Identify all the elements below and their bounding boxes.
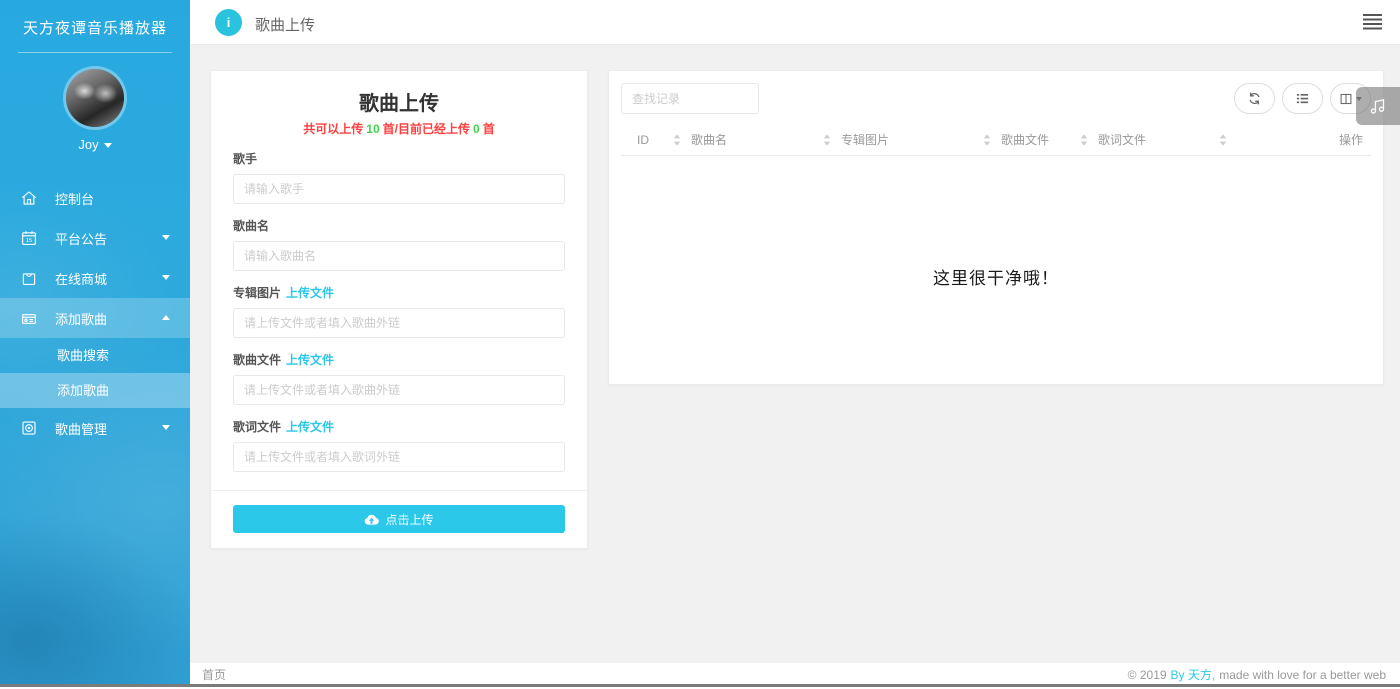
refresh-icon (1247, 91, 1262, 106)
column-header-song-file[interactable]: 歌曲文件 (1001, 131, 1098, 148)
column-header-song-name[interactable]: 歌曲名 (691, 131, 841, 148)
sidebar-subitem-label: 歌曲搜索 (57, 348, 109, 363)
upload-quota-text: 共可以上传10首/目前已经上传0首 (233, 120, 565, 137)
disc-icon (20, 419, 38, 437)
song-file-label: 歌曲文件上传文件 (233, 351, 565, 368)
form-divider (211, 490, 587, 491)
footer-author-link[interactable]: By 天方, (1171, 668, 1216, 682)
sidebar-item-shop[interactable]: 在线商城 (0, 258, 190, 298)
song-upload-card: 歌曲上传 共可以上传10首/目前已经上传0首 歌手 歌曲名 专辑图片上传文件 歌… (210, 70, 588, 549)
topbar: i 歌曲上传 (190, 0, 1400, 45)
sidebar-item-add-song[interactable]: 添加歌曲 (0, 298, 190, 338)
column-header-id[interactable]: ID (637, 133, 691, 147)
info-circle-icon[interactable]: i (215, 9, 242, 36)
singer-label: 歌手 (233, 150, 565, 167)
sidebar-item-console[interactable]: 控制台 (0, 178, 190, 218)
song-name-label: 歌曲名 (233, 217, 565, 234)
lyrics-file-upload-link[interactable]: 上传文件 (286, 420, 334, 434)
sidebar-item-song-manage[interactable]: 歌曲管理 (0, 408, 190, 448)
upload-submit-button[interactable]: 点击上传 (233, 505, 565, 533)
table-header-row: ID 歌曲名 专辑图片 歌曲文件 歌词文件 操作 (621, 124, 1371, 156)
search-input[interactable] (621, 83, 759, 114)
singer-input[interactable] (233, 174, 565, 204)
chevron-down-icon (162, 425, 170, 430)
column-header-album-image[interactable]: 专辑图片 (841, 131, 1001, 148)
music-player-toggle[interactable] (1356, 87, 1400, 125)
refresh-button[interactable] (1234, 83, 1275, 114)
chevron-up-icon (162, 315, 170, 320)
sort-icon (1080, 134, 1088, 146)
sidebar-subitem-song-search[interactable]: 歌曲搜索 (0, 338, 190, 373)
sidebar-item-label: 平台公告 (55, 229, 107, 248)
sidebar-item-label: 在线商城 (55, 269, 107, 288)
quota-total: 10 (366, 122, 379, 136)
sort-icon (823, 134, 831, 146)
sidebar-menu: 控制台 15 平台公告 在线商城 添加歌曲 歌曲搜索 添加歌曲 (0, 178, 190, 448)
sidebar: 天方夜谭音乐播放器 Joy 控制台 15 平台公告 在线商城 添加歌曲 歌曲搜索 (0, 0, 190, 684)
sidebar-item-announcements[interactable]: 15 平台公告 (0, 218, 190, 258)
sort-icon (673, 134, 681, 146)
sidebar-item-label: 歌曲管理 (55, 419, 107, 438)
column-header-operations: 操作 (1237, 131, 1367, 148)
album-image-input[interactable] (233, 308, 565, 338)
sidebar-submenu: 歌曲搜索 添加歌曲 (0, 338, 190, 408)
sidebar-item-label: 添加歌曲 (55, 309, 107, 328)
svg-text:15: 15 (26, 238, 32, 244)
chevron-down-icon (104, 143, 112, 148)
sidebar-divider (18, 52, 172, 53)
album-image-upload-link[interactable]: 上传文件 (286, 286, 334, 300)
lyrics-file-input[interactable] (233, 442, 565, 472)
footer-copyright: © 2019By 天方,made with love for a better … (1128, 666, 1386, 683)
song-records-card: ID 歌曲名 专辑图片 歌曲文件 歌词文件 操作 这里很干净哦！ (608, 70, 1384, 385)
quota-uploaded: 0 (473, 122, 480, 136)
menu-icon[interactable] (1363, 14, 1382, 30)
sidebar-item-label: 控制台 (55, 189, 94, 208)
footer: 首页 © 2019By 天方,made with love for a bett… (190, 663, 1400, 684)
username: Joy (78, 137, 98, 152)
column-header-lyrics-file[interactable]: 歌词文件 (1098, 131, 1237, 148)
form-title: 歌曲上传 (233, 87, 565, 116)
avatar[interactable] (66, 69, 124, 127)
radio-icon (20, 309, 38, 327)
song-name-input[interactable] (233, 241, 565, 271)
table-toolbar (1234, 83, 1371, 114)
footer-home-link[interactable]: 首页 (202, 666, 226, 683)
chevron-down-icon (162, 235, 170, 240)
list-view-icon (1295, 91, 1310, 106)
song-file-upload-link[interactable]: 上传文件 (286, 353, 334, 367)
toggle-view-button[interactable] (1282, 83, 1323, 114)
cloud-upload-icon (364, 513, 379, 525)
sidebar-subitem-label: 添加歌曲 (57, 383, 109, 398)
page-title: 歌曲上传 (255, 14, 315, 35)
empty-table-message: 这里很干净哦！ (621, 264, 1371, 289)
sort-icon (983, 134, 991, 146)
lyrics-file-label: 歌词文件上传文件 (233, 418, 565, 435)
music-note-icon (1367, 95, 1389, 117)
sort-icon (1219, 134, 1227, 146)
chevron-down-icon (162, 275, 170, 280)
columns-icon (1339, 92, 1353, 106)
song-file-input[interactable] (233, 375, 565, 405)
home-icon (20, 189, 38, 207)
sidebar-subitem-add-song[interactable]: 添加歌曲 (0, 373, 190, 408)
calendar-icon: 15 (20, 229, 38, 247)
app-title: 天方夜谭音乐播放器 (0, 0, 190, 38)
user-menu[interactable]: Joy (0, 137, 190, 152)
shopping-bag-icon (20, 269, 38, 287)
album-image-label: 专辑图片上传文件 (233, 284, 565, 301)
window-bottom-edge (0, 684, 1400, 687)
